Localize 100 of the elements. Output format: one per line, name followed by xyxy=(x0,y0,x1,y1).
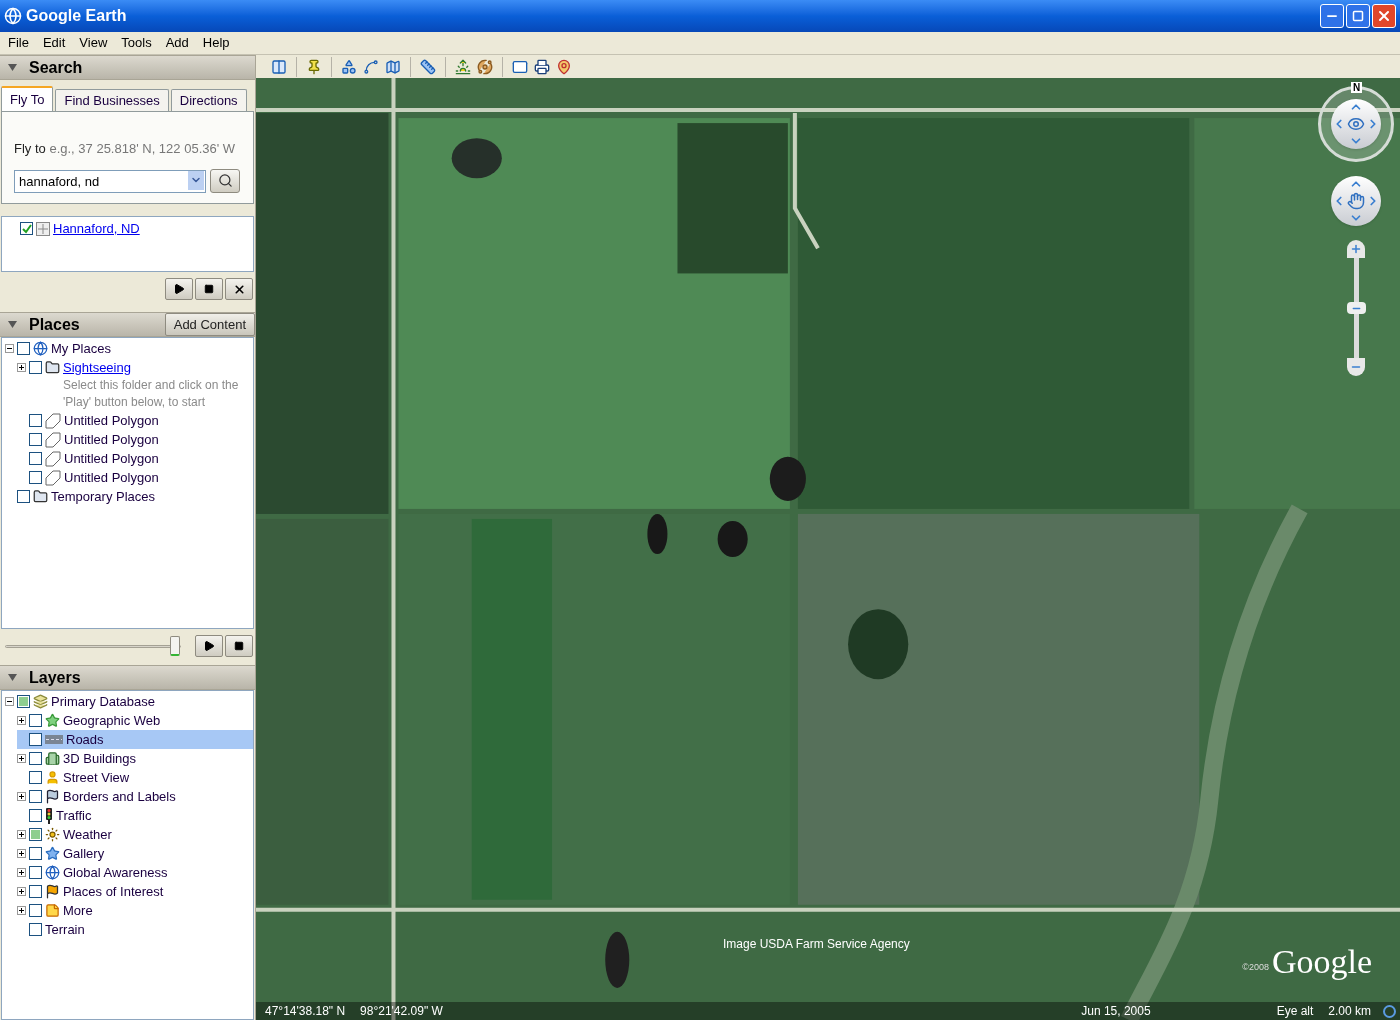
checkbox[interactable] xyxy=(29,809,42,822)
checkbox[interactable] xyxy=(29,752,42,765)
tree-row[interactable]: Temporary Places xyxy=(5,487,253,506)
search-button[interactable] xyxy=(210,168,240,193)
checkbox[interactable] xyxy=(20,222,33,235)
checkbox[interactable] xyxy=(29,866,42,879)
tree-label[interactable]: Primary Database xyxy=(51,691,156,712)
checkbox[interactable] xyxy=(29,904,42,917)
tree-label[interactable]: Borders and Labels xyxy=(63,786,176,807)
zoom-in-button[interactable] xyxy=(1347,240,1365,258)
play-button[interactable] xyxy=(165,278,193,300)
checkbox[interactable] xyxy=(29,847,42,860)
close-button[interactable] xyxy=(225,278,253,300)
expand-toggle-icon[interactable] xyxy=(17,906,26,915)
search-tab[interactable]: Fly To xyxy=(1,86,54,111)
play-button[interactable] xyxy=(195,635,223,657)
checkbox[interactable] xyxy=(17,490,30,503)
tree-row[interactable]: Sightseeing xyxy=(17,358,253,377)
collapse-triangle-icon[interactable] xyxy=(8,64,17,71)
collapse-toggle-icon[interactable] xyxy=(5,344,14,353)
tree-label[interactable]: Geographic Web xyxy=(63,710,161,731)
collapse-triangle-icon[interactable] xyxy=(8,674,17,681)
tree-link[interactable]: Hannaford, ND xyxy=(53,218,140,239)
tree-label[interactable]: Untitled Polygon xyxy=(64,448,159,469)
tree-row[interactable]: Untitled Polygon xyxy=(17,468,253,487)
tree-row[interactable]: Traffic xyxy=(17,806,253,825)
menu-item[interactable]: Tools xyxy=(121,33,152,53)
expand-toggle-icon[interactable] xyxy=(17,754,26,763)
checkbox[interactable] xyxy=(17,695,30,708)
tree-row[interactable]: Terrain xyxy=(17,920,253,939)
tree-row[interactable]: My Places xyxy=(5,339,253,358)
tree-row[interactable]: Weather xyxy=(17,825,253,844)
tree-label[interactable]: Gallery xyxy=(63,843,105,864)
expand-toggle-icon[interactable] xyxy=(17,849,26,858)
tree-link[interactable]: Sightseeing xyxy=(63,357,131,378)
tree-row[interactable]: Untitled Polygon xyxy=(17,411,253,430)
menu-item[interactable]: Edit xyxy=(42,33,66,53)
tree-label[interactable]: Weather xyxy=(63,824,112,845)
checkbox[interactable] xyxy=(29,414,42,427)
checkbox[interactable] xyxy=(29,452,42,465)
checkbox[interactable] xyxy=(29,433,42,446)
tree-label[interactable]: My Places xyxy=(51,338,111,359)
search-tab[interactable]: Directions xyxy=(170,89,247,111)
zoom-out-button[interactable] xyxy=(1347,358,1365,376)
checkbox[interactable] xyxy=(17,342,30,355)
menu-item[interactable]: Add xyxy=(165,33,189,53)
tree-label[interactable]: Roads xyxy=(66,729,104,750)
tree-row[interactable]: Hannaford, ND xyxy=(8,219,253,238)
menu-item[interactable]: File xyxy=(8,33,29,53)
tree-row[interactable]: More xyxy=(17,901,253,920)
expand-toggle-icon[interactable] xyxy=(17,716,26,725)
checkbox[interactable] xyxy=(29,771,42,784)
tree-label[interactable]: Street View xyxy=(63,767,130,788)
menu-item[interactable]: Help xyxy=(202,33,230,53)
tree-label[interactable]: 3D Buildings xyxy=(63,748,136,769)
collapse-triangle-icon[interactable] xyxy=(8,321,17,328)
tree-label[interactable]: Terrain xyxy=(45,919,85,940)
tree-label[interactable]: Traffic xyxy=(56,805,92,826)
tree-label[interactable]: Temporary Places xyxy=(51,486,156,507)
tree-row[interactable]: Geographic Web xyxy=(17,711,253,730)
tree-row[interactable]: Roads xyxy=(17,730,253,749)
stop-button[interactable] xyxy=(225,635,253,657)
tour-slider-thumb[interactable] xyxy=(169,635,180,656)
menu-item[interactable]: View xyxy=(79,33,108,53)
tree-row[interactable]: 3D Buildings xyxy=(17,749,253,768)
checkbox[interactable] xyxy=(29,923,42,936)
tree-label[interactable]: Untitled Polygon xyxy=(64,429,159,450)
tree-row[interactable]: Untitled Polygon xyxy=(17,430,253,449)
checkbox[interactable] xyxy=(29,714,42,727)
checkbox[interactable] xyxy=(29,733,42,746)
minimize-button[interactable] xyxy=(1320,4,1344,28)
search-field[interactable]: hannaford, nd xyxy=(14,169,206,193)
tree-label[interactable]: Untitled Polygon xyxy=(64,410,159,431)
tree-label[interactable]: Global Awareness xyxy=(63,862,168,883)
checkbox[interactable] xyxy=(29,885,42,898)
collapse-toggle-icon[interactable] xyxy=(5,697,14,706)
search-tab[interactable]: Find Businesses xyxy=(55,89,169,111)
expand-toggle-icon[interactable] xyxy=(17,830,26,839)
maximize-button[interactable] xyxy=(1346,4,1370,28)
tree-label[interactable]: Places of Interest xyxy=(63,881,164,902)
map-view[interactable]: N Image USDA Farm Service Agency ©2008 Google 47°14'38.18" N 98°21'42.09" W Jun 15, 2005 Eye alt 2.00 km xyxy=(256,78,1400,1020)
tree-row[interactable]: Places of Interest xyxy=(17,882,253,901)
tree-row[interactable]: Global Awareness xyxy=(17,863,253,882)
checkbox[interactable] xyxy=(29,828,42,841)
tree-row[interactable]: Street View xyxy=(17,768,253,787)
stop-button[interactable] xyxy=(195,278,223,300)
checkbox[interactable] xyxy=(29,361,42,374)
tree-label[interactable]: More xyxy=(63,900,93,921)
add-content-button[interactable]: Add Content xyxy=(164,313,255,336)
tree-row[interactable]: Primary Database xyxy=(5,692,253,711)
checkbox[interactable] xyxy=(29,471,42,484)
checkbox[interactable] xyxy=(29,790,42,803)
expand-toggle-icon[interactable] xyxy=(17,792,26,801)
tree-row[interactable]: Gallery xyxy=(17,844,253,863)
tree-row[interactable]: Borders and Labels xyxy=(17,787,253,806)
expand-toggle-icon[interactable] xyxy=(17,363,26,372)
expand-toggle-icon[interactable] xyxy=(17,887,26,896)
tree-label[interactable]: Untitled Polygon xyxy=(64,467,159,488)
expand-toggle-icon[interactable] xyxy=(17,868,26,877)
tree-row[interactable]: Untitled Polygon xyxy=(17,449,253,468)
